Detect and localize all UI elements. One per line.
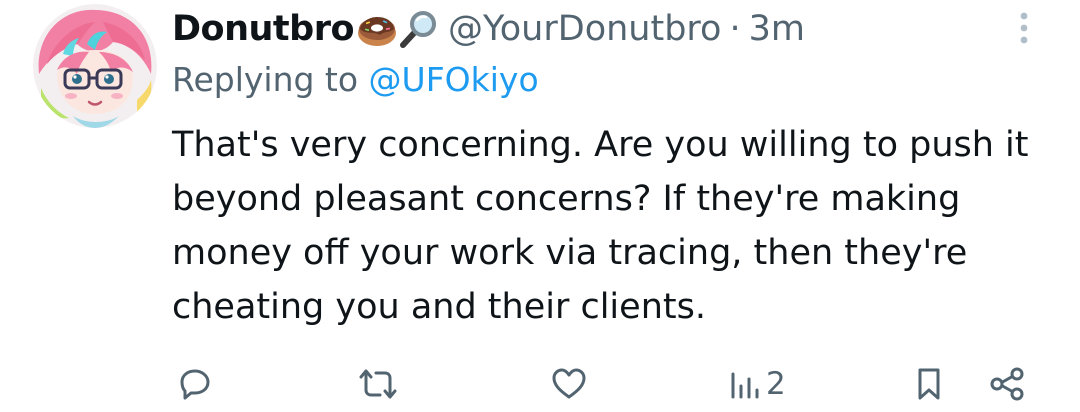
share-nodes-icon bbox=[990, 367, 1024, 401]
speech-bubble-icon bbox=[180, 369, 210, 400]
heart-icon bbox=[552, 368, 586, 399]
share-button[interactable] bbox=[988, 362, 1026, 406]
timestamp[interactable]: 3m bbox=[749, 9, 805, 49]
tweet-header: Donutbro @YourDonutbro · 3m bbox=[172, 4, 805, 54]
views-count: 2 bbox=[766, 366, 786, 402]
bar-chart-icon bbox=[731, 372, 759, 399]
magnifying-glass-emoji bbox=[398, 9, 438, 49]
replying-to-label: Replying to bbox=[172, 60, 359, 99]
reply-button[interactable] bbox=[176, 362, 212, 406]
bookmark-button[interactable] bbox=[914, 362, 944, 406]
replying-to: Replying to @UFOkiyo bbox=[172, 60, 539, 99]
retweet-arrows-icon bbox=[359, 369, 397, 399]
user-handle[interactable]: @YourDonutbro bbox=[448, 9, 721, 49]
more-options-button[interactable] bbox=[1012, 8, 1036, 48]
like-button[interactable] bbox=[550, 362, 588, 406]
tweet-text: That's very concerning. Are you willing … bbox=[172, 125, 1029, 327]
doughnut-emoji bbox=[356, 9, 398, 49]
tweet: Donutbro @YourDonutbro · 3m Replying to … bbox=[0, 0, 1080, 410]
retweet-button[interactable] bbox=[357, 362, 399, 406]
views-button[interactable]: 2 bbox=[728, 362, 786, 406]
reply-to-handle-link[interactable]: @UFOkiyo bbox=[369, 60, 539, 99]
separator-dot: · bbox=[729, 9, 741, 49]
bookmark-icon bbox=[918, 368, 940, 400]
action-bar: 2 bbox=[0, 356, 1080, 412]
avatar-image bbox=[33, 4, 157, 128]
avatar[interactable] bbox=[33, 4, 157, 128]
display-name[interactable]: Donutbro bbox=[172, 9, 355, 49]
vertical-dots-icon bbox=[1020, 12, 1028, 44]
